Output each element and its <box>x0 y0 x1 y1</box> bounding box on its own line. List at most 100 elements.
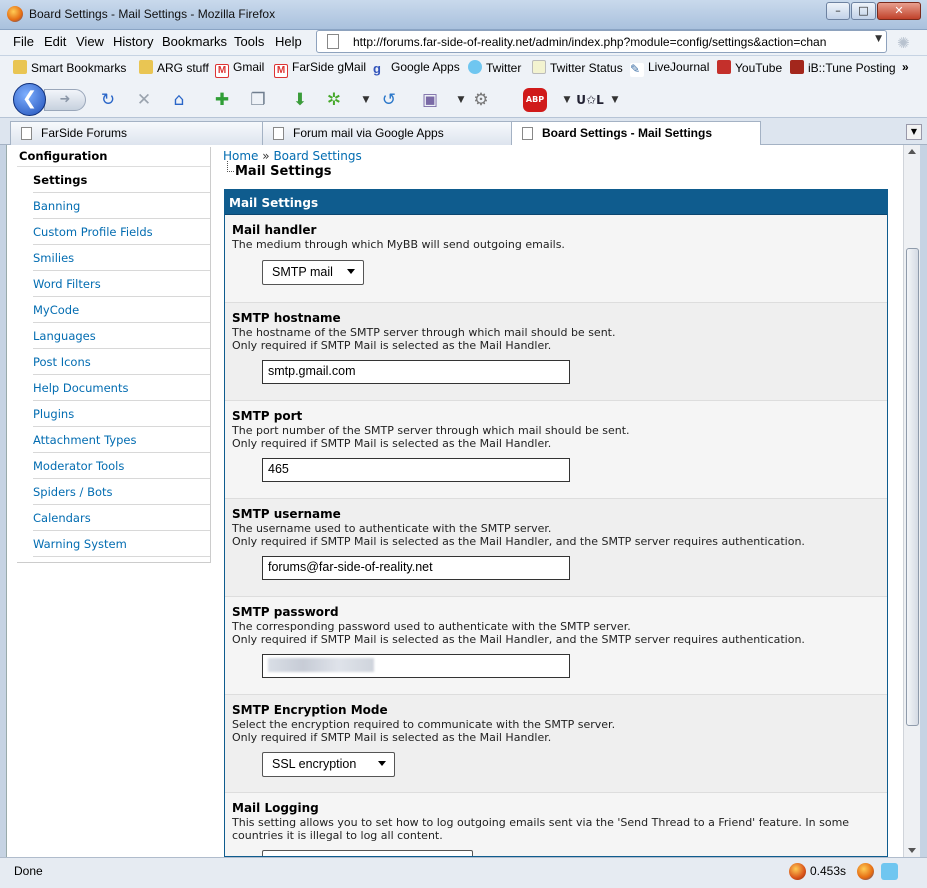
sync-icon[interactable]: ↺ <box>378 89 400 111</box>
smtp-hostname-input[interactable]: smtp.gmail.com <box>262 360 570 384</box>
obscured-password <box>268 658 374 672</box>
sidebar-item-banning[interactable]: Banning <box>33 193 210 219</box>
adblock-icon[interactable]: ABP <box>523 88 547 112</box>
throbber-icon: ✺ <box>897 34 910 52</box>
firefox-icon <box>7 6 23 22</box>
folder-icon <box>13 60 27 74</box>
copy-icon[interactable]: ❐ <box>247 89 269 111</box>
gear-icon[interactable]: ⚙ <box>470 89 492 111</box>
firefox-icon[interactable] <box>857 863 874 880</box>
sidebar-item-help-documents[interactable]: Help Documents <box>33 375 210 401</box>
scrollbar-thumb[interactable] <box>906 248 919 726</box>
tab-list-chevron-icon[interactable]: ▼ <box>906 124 922 140</box>
menu-file[interactable]: File <box>13 34 34 49</box>
menu-bookmarks[interactable]: Bookmarks <box>162 34 227 49</box>
address-bar[interactable]: http://forums.far-side-of-reality.net/ad… <box>316 30 887 53</box>
chevron-down-icon <box>347 269 355 274</box>
setting-label: SMTP port <box>232 409 303 423</box>
menu-help[interactable]: Help <box>275 34 302 49</box>
chevron-down-icon[interactable]: ▼ <box>875 34 882 44</box>
sidebar-item-mycode[interactable]: MyCode <box>33 297 210 323</box>
minimize-button[interactable]: – <box>826 2 850 20</box>
sidebar-item-smilies[interactable]: Smilies <box>33 245 210 271</box>
home-icon[interactable]: ⌂ <box>168 89 190 111</box>
page-icon <box>532 60 546 74</box>
tab-forum-mail[interactable]: Forum mail via Google Apps <box>262 121 512 145</box>
bookmark-google-apps[interactable]: g Google Apps <box>373 60 460 76</box>
status-bar: Done 0.453s <box>0 857 927 888</box>
menu-tools[interactable]: Tools <box>234 34 264 49</box>
bookmark-youtube[interactable]: YouTube <box>717 60 782 75</box>
back-button[interactable]: ❮ <box>13 83 46 116</box>
menu-history[interactable]: History <box>113 34 153 49</box>
sidebar-item-calendars[interactable]: Calendars <box>33 505 210 531</box>
load-time: 0.453s <box>810 864 847 878</box>
setting-description: Only required if SMTP Mail is selected a… <box>232 339 552 352</box>
tab-farside-forums[interactable]: FarSide Forums <box>10 121 263 145</box>
bookmark-farside-gmail[interactable]: M FarSide gMail <box>274 60 366 78</box>
maximize-button[interactable]: □ <box>851 2 876 20</box>
sidebar-item-moderator-tools[interactable]: Moderator Tools <box>33 453 210 479</box>
sidebar-item-warning-system[interactable]: Warning System <box>33 531 210 557</box>
sidebar-item-custom-profile-fields[interactable]: Custom Profile Fields <box>33 219 210 245</box>
sidebar-item-plugins[interactable]: Plugins <box>33 401 210 427</box>
setting-row-smtp-port: SMTP port The port number of the SMTP se… <box>225 401 887 499</box>
setting-description: The corresponding password used to authe… <box>232 620 631 633</box>
url-lengthener-icon[interactable]: U✩L <box>573 89 607 111</box>
twitter-icon[interactable] <box>881 863 898 880</box>
google-icon: g <box>373 61 381 76</box>
smtp-encryption-select[interactable]: SSL encryption <box>262 752 395 777</box>
smtp-password-input[interactable] <box>262 654 570 678</box>
vertical-scrollbar[interactable] <box>903 145 920 857</box>
menu-edit[interactable]: Edit <box>44 34 66 49</box>
setting-description: The port number of the SMTP server throu… <box>232 424 630 437</box>
forward-button[interactable]: ➜ <box>44 89 86 111</box>
bookmark-livejournal[interactable]: ✎ LiveJournal <box>630 60 709 77</box>
smtp-username-input[interactable]: forums@far-side-of-reality.net <box>262 556 570 580</box>
sidebar-item-attachment-types[interactable]: Attachment Types <box>33 427 210 453</box>
smtp-port-input[interactable]: 465 <box>262 458 570 482</box>
breadcrumb-board-settings-link[interactable]: Board Settings <box>273 149 361 163</box>
chevron-down-icon[interactable]: ▼ <box>450 89 472 111</box>
setting-label: SMTP Encryption Mode <box>232 703 388 717</box>
scroll-up-icon[interactable] <box>908 149 916 154</box>
firebug-icon[interactable] <box>789 863 806 880</box>
chevron-down-icon[interactable]: ▼ <box>355 89 377 111</box>
window-titlebar: Board Settings - Mail Settings - Mozilla… <box>0 0 927 30</box>
setting-label: SMTP username <box>232 507 341 521</box>
setting-description: This setting allows you to set how to lo… <box>232 816 850 829</box>
image-icon[interactable]: ▣ <box>419 89 441 111</box>
mail-logging-select[interactable] <box>262 850 473 856</box>
sidebar-item-word-filters[interactable]: Word Filters <box>33 271 210 297</box>
scroll-down-icon[interactable] <box>908 848 916 853</box>
sidebar-item-spiders-bots[interactable]: Spiders / Bots <box>33 479 210 505</box>
bookmark-twitter[interactable]: Twitter <box>468 60 521 75</box>
bookmark-arg-stuff[interactable]: ARG stuff <box>139 60 209 75</box>
chevron-down-icon[interactable]: ▼ <box>604 89 626 111</box>
download-icon[interactable]: ⬇ <box>289 89 311 111</box>
sidebar-item-settings[interactable]: Settings <box>33 167 210 193</box>
sidebar-item-post-icons[interactable]: Post Icons <box>33 349 210 375</box>
new-tab-icon[interactable]: ✚ <box>211 89 233 111</box>
youtube-icon <box>717 60 731 74</box>
bookmark-gmail[interactable]: M Gmail <box>215 60 264 78</box>
bookmark-smart-bookmarks[interactable]: Smart Bookmarks <box>13 60 126 75</box>
mail-handler-select[interactable]: SMTP mail <box>262 260 364 285</box>
sidebar-heading: Configuration <box>17 147 210 167</box>
more-bookmarks-chevron-icon[interactable]: » <box>902 60 909 74</box>
sidebar-item-languages[interactable]: Languages <box>33 323 210 349</box>
reload-icon[interactable]: ↻ <box>97 89 119 111</box>
bookmark-ib-tune-posting[interactable]: iB::Tune Posting <box>790 60 896 75</box>
addons-icon[interactable]: ✲ <box>323 89 345 111</box>
ib-tune-icon <box>790 60 804 74</box>
setting-row-smtp-password: SMTP password The corresponding password… <box>225 597 887 695</box>
tab-board-settings[interactable]: Board Settings - Mail Settings <box>511 121 761 146</box>
stop-icon[interactable]: ✕ <box>133 89 155 111</box>
setting-label: Mail handler <box>232 223 317 237</box>
close-button[interactable]: ✕ <box>877 2 921 20</box>
mail-settings-panel: Mail Settings Mail handler The medium th… <box>224 189 888 857</box>
bookmark-twitter-status[interactable]: Twitter Status <box>532 60 623 75</box>
tab-bar: FarSide Forums Forum mail via Google App… <box>0 118 927 146</box>
bookmarks-toolbar: Smart Bookmarks ARG stuff M Gmail M FarSid… <box>0 56 927 80</box>
menu-view[interactable]: View <box>76 34 104 49</box>
